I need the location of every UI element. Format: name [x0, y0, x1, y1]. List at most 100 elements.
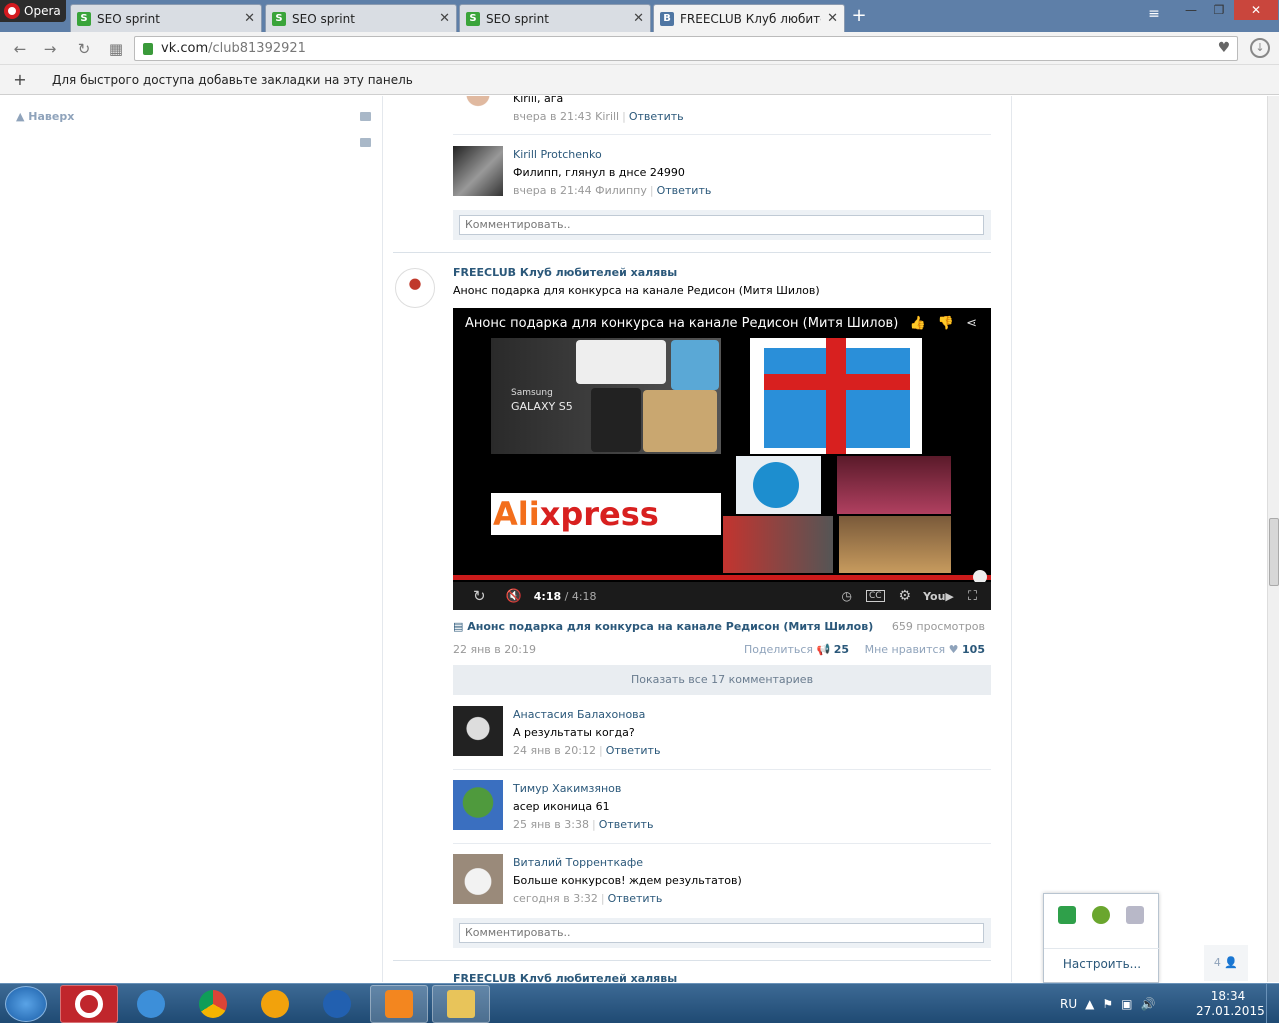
- comment-author[interactable]: Анастасия Балахонова: [513, 706, 660, 724]
- avatar[interactable]: [453, 96, 503, 122]
- scrollbar-thumb[interactable]: [1269, 518, 1279, 586]
- address-field[interactable]: vk.com/club81392921 ♥: [134, 36, 1238, 61]
- video-controls: ↻ 🔇 4:18 / 4:18 ◷ CC ⚙ You▶ ⛶: [453, 582, 991, 610]
- reply-link[interactable]: Ответить: [599, 818, 654, 831]
- mute-speaker-icon[interactable]: 🔇: [506, 589, 522, 604]
- taskbar-chrome[interactable]: [184, 985, 242, 1023]
- comment-time[interactable]: 25 янв в 3:38: [513, 818, 589, 831]
- comment-author[interactable]: Kirill Protchenko: [513, 146, 711, 164]
- video-info: ▤ Анонс подарка для конкурса на канале Р…: [453, 618, 991, 636]
- like-button[interactable]: Мне нравится ♥ 105: [865, 643, 985, 656]
- taskbar-explorer[interactable]: [432, 985, 490, 1023]
- add-bookmark-plus-icon[interactable]: +: [0, 70, 40, 89]
- tab-freeclub[interactable]: В FREECLUB Клуб любителе ✕: [653, 4, 845, 32]
- reply-link[interactable]: Ответить: [608, 892, 663, 905]
- scroll-to-top-link[interactable]: ▲ Наверх: [16, 110, 74, 123]
- comment-author[interactable]: Виталий Торренткафе: [513, 854, 742, 872]
- tab-seo-sprint-2[interactable]: S SEO sprint ✕: [265, 4, 457, 32]
- share-icon[interactable]: ⋖: [966, 316, 977, 331]
- tab-seo-sprint-1[interactable]: S SEO sprint ✕: [70, 4, 262, 32]
- samsung-brand: Samsung: [511, 388, 553, 398]
- taskbar-ie[interactable]: [122, 985, 180, 1023]
- tab-seo-sprint-3[interactable]: S SEO sprint ✕: [459, 4, 651, 32]
- maximize-icon[interactable]: ❐: [1206, 0, 1232, 20]
- reload-icon[interactable]: ↻: [74, 39, 94, 59]
- online-counter[interactable]: 4 👤: [1204, 945, 1248, 981]
- video-link[interactable]: ▤ Анонс подарка для конкурса на канале Р…: [453, 620, 873, 633]
- comment-text: Kirill, ага: [513, 96, 564, 105]
- avatar[interactable]: [453, 706, 503, 756]
- thumb-gift: [750, 338, 922, 454]
- captions-icon[interactable]: CC: [865, 590, 885, 602]
- avatar[interactable]: [453, 854, 503, 904]
- avatar[interactable]: [453, 146, 503, 196]
- tab-close-icon[interactable]: ✕: [244, 11, 255, 26]
- comment-time[interactable]: сегодня в 3:32: [513, 892, 598, 905]
- opera-menu-label: Opera: [24, 4, 61, 18]
- language-indicator[interactable]: RU: [1060, 997, 1077, 1011]
- comment-time[interactable]: 24 янв в 20:12: [513, 744, 596, 757]
- video-title[interactable]: Анонс подарка для конкурса на канале Ред…: [465, 316, 898, 331]
- forward-arrow-icon[interactable]: →: [40, 39, 60, 59]
- comment-input[interactable]: Комментировать..: [459, 923, 984, 943]
- video-progress-bar[interactable]: [453, 575, 991, 580]
- messages-icon[interactable]: [360, 112, 371, 121]
- comment-time[interactable]: вчера в 21:43: [513, 110, 592, 123]
- fullscreen-icon[interactable]: ⛶: [968, 589, 977, 604]
- post-date[interactable]: 22 янв в 20:19: [453, 643, 536, 656]
- folder-icon: [447, 990, 475, 1018]
- heart-icon: ♥: [948, 643, 959, 656]
- reply-to: Kirill: [595, 110, 620, 123]
- post-author[interactable]: FREECLUB Клуб любителей халявы: [453, 972, 677, 982]
- tab-title: SEO sprint: [97, 11, 160, 26]
- reply-link[interactable]: Ответить: [629, 110, 684, 123]
- extension-green-icon[interactable]: [1058, 906, 1076, 924]
- action-center-flag-icon[interactable]: ⚑: [1102, 997, 1113, 1011]
- show-all-comments-button[interactable]: Показать все 17 комментариев: [453, 665, 991, 695]
- page-scrollbar[interactable]: [1267, 96, 1279, 982]
- tab-close-icon[interactable]: ✕: [633, 11, 644, 26]
- taskbar-opera[interactable]: [60, 985, 118, 1023]
- volume-icon[interactable]: 🔊: [1140, 997, 1155, 1011]
- tab-close-icon[interactable]: ✕: [439, 11, 450, 26]
- customize-link[interactable]: Настроить...: [1044, 948, 1160, 984]
- post-author[interactable]: FREECLUB Клуб любителей халявы: [453, 264, 820, 282]
- share-button[interactable]: Поделиться 📢 25: [744, 643, 849, 656]
- group-avatar[interactable]: [395, 268, 435, 308]
- back-arrow-icon[interactable]: ←: [10, 39, 30, 59]
- watch-later-clock-icon[interactable]: ◷: [841, 589, 851, 603]
- settings-gear-icon[interactable]: ⚙: [899, 588, 912, 604]
- comment-time[interactable]: вчера в 21:44: [513, 184, 592, 197]
- extension-pen-icon[interactable]: [1126, 906, 1144, 924]
- tab-menu-icon[interactable]: ≡: [1144, 6, 1164, 26]
- tray-clock[interactable]: 18:34 27.01.2015: [1196, 989, 1265, 1019]
- post-text: Анонс подарка для конкурса на канале Ред…: [453, 284, 820, 297]
- speed-dial-grid-icon[interactable]: ▦: [106, 39, 126, 59]
- taskbar-media[interactable]: [370, 985, 428, 1023]
- avatar[interactable]: [453, 780, 503, 830]
- tray-expand-icon[interactable]: ▲: [1085, 997, 1094, 1011]
- comments-icon[interactable]: [360, 138, 371, 147]
- video-player[interactable]: Анонс подарка для конкурса на канале Ред…: [453, 308, 991, 610]
- network-icon[interactable]: ▣: [1121, 997, 1132, 1011]
- reply-link[interactable]: Ответить: [657, 184, 712, 197]
- show-desktop-button[interactable]: [1266, 984, 1279, 1023]
- new-tab-plus-icon[interactable]: +: [849, 7, 869, 27]
- like-thumb-icon[interactable]: 👍: [910, 316, 926, 331]
- start-windows-icon[interactable]: [5, 986, 47, 1022]
- download-icon[interactable]: ↓: [1250, 38, 1270, 58]
- youtube-logo-icon[interactable]: You▶: [923, 590, 954, 603]
- opera-menu-button[interactable]: Opera: [0, 0, 66, 22]
- comment-input[interactable]: Комментировать..: [459, 215, 984, 235]
- comment-author[interactable]: Тимур Хакимзянов: [513, 780, 653, 798]
- dislike-thumb-icon[interactable]: 👎: [938, 316, 954, 331]
- minimize-icon[interactable]: —: [1178, 0, 1204, 20]
- taskbar-security[interactable]: [308, 985, 366, 1023]
- reply-link[interactable]: Ответить: [606, 744, 661, 757]
- taskbar-mail[interactable]: [246, 985, 304, 1023]
- tab-close-icon[interactable]: ✕: [827, 11, 838, 26]
- info-icon[interactable]: [1092, 906, 1110, 924]
- close-window-icon[interactable]: ✕: [1234, 0, 1278, 20]
- replay-icon[interactable]: ↻: [473, 587, 486, 605]
- bookmark-heart-icon[interactable]: ♥: [1215, 40, 1233, 58]
